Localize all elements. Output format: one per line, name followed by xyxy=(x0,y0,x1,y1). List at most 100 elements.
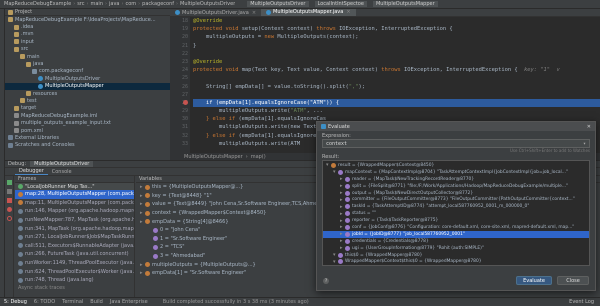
toolwindow-tab[interactable]: Java Enterprise xyxy=(110,299,148,305)
evaluate-buttons: Evaluate Close xyxy=(516,276,589,285)
help-icon[interactable]: ? xyxy=(323,278,329,284)
frame-row[interactable]: run:748, Thread (java.lang) xyxy=(15,276,134,285)
tree-item[interactable]: External Libraries xyxy=(5,134,170,141)
frame-row[interactable]: map:28, MultipleOutputsMapper (com.packa… xyxy=(15,190,134,199)
breakpoints-icon[interactable] xyxy=(7,207,12,212)
tree-item[interactable]: java xyxy=(5,60,170,67)
frame-row[interactable]: run:624, ThreadPoolExecutor$Worker (java… xyxy=(15,267,134,276)
tab-multipleoutputsmapper-java[interactable]: MultipleOutputsMapper.java × xyxy=(261,9,356,16)
breadcrumb-item[interactable]: java xyxy=(109,1,119,7)
method-icon xyxy=(18,217,23,223)
frame-label: run:271, LocalJobRunner$Job$MapTaskRunna… xyxy=(25,234,134,241)
toolwindow-tab[interactable]: Terminal xyxy=(62,299,83,305)
close-icon[interactable]: × xyxy=(346,9,350,15)
result-row[interactable]: ▸ jobId = {JobID@8777} "job_local58776095… xyxy=(323,230,589,238)
frame-row[interactable]: run:341, MapTask (org.apache.hadoop.mapr… xyxy=(15,224,134,233)
editor-crumb-item[interactable]: map() xyxy=(251,154,266,160)
tree-item[interactable]: main xyxy=(5,53,170,60)
tree-item[interactable]: MultipleOutputsMapper xyxy=(5,82,170,90)
tree-item[interactable]: resources xyxy=(5,90,170,97)
run-config-item[interactable]: MultipleOutputsMapper xyxy=(372,1,438,7)
stop-icon[interactable] xyxy=(7,198,12,203)
tree-item[interactable]: .idea xyxy=(5,23,170,30)
tab-debugger[interactable]: Debugger xyxy=(15,168,48,175)
toolwindow-tab[interactable]: Build xyxy=(90,299,103,305)
tree-item[interactable]: Scratches and Consoles xyxy=(5,142,170,149)
result-row[interactable]: ▸ output = {MapTask$NewDirectOutputCollec… xyxy=(323,190,589,197)
breadcrumb-item[interactable]: src xyxy=(77,1,84,7)
resume-icon[interactable] xyxy=(7,180,12,185)
event-log-button[interactable]: Event Log xyxy=(569,299,594,305)
tab-multipleoutputsdriver-java[interactable]: MultipleOutputsDriver.java × xyxy=(170,9,261,16)
result-row[interactable]: ▸ taskId = {TaskAttemptID@8774} "attempt_… xyxy=(323,203,589,210)
frame-label: run:266, FutureTask (java.util.concurren… xyxy=(25,251,129,258)
close-icon[interactable]: × xyxy=(252,10,256,16)
breadcrumb-item[interactable]: packageconf xyxy=(142,1,174,7)
tree-item[interactable]: input xyxy=(5,38,170,45)
breadcrumb-separator-icon: › xyxy=(105,1,107,7)
toolwindow-tab[interactable]: 6: TODO xyxy=(34,299,55,305)
tree-item[interactable]: src xyxy=(5,46,170,53)
code-token: String[] xyxy=(193,83,236,90)
frame-row[interactable]: map:11, MultipleOutputsMapper (com.packa… xyxy=(15,199,134,208)
close-button[interactable]: Close xyxy=(557,276,589,285)
frame-row[interactable]: run:266, FutureTask (java.util.concurren… xyxy=(15,250,134,259)
tree-item-label: pom.xml xyxy=(21,127,43,134)
tab-console[interactable]: Console xyxy=(48,169,76,175)
tree-item[interactable]: MultipleOutputsDriver xyxy=(5,75,170,82)
toolwindow-tab[interactable]: 5: Debug xyxy=(4,299,27,305)
editor-tabs: MultipleOutputsDriver.java × MultipleOutpu… xyxy=(170,9,600,17)
result-row[interactable]: ▸ reader = {MapTask$NewTrackingRecordRead… xyxy=(323,176,589,183)
code-token: @Override xyxy=(193,18,223,24)
tree-item[interactable]: test xyxy=(5,97,170,104)
frame-row[interactable]: call:511, Executors$RunnableAdapter (jav… xyxy=(15,242,134,251)
field-icon xyxy=(345,245,350,251)
line-number: 29 xyxy=(181,108,188,115)
evaluate-button[interactable]: Evaluate xyxy=(516,276,552,285)
breadcrumb-item[interactable]: main xyxy=(91,1,104,7)
tree-item[interactable]: multiple_outputs_example_input.txt xyxy=(5,119,170,126)
tree-item[interactable]: MapReduceDebugExample F:\IdeaProjects\Ma… xyxy=(5,16,170,23)
folder-icon xyxy=(26,91,31,97)
run-config-item[interactable]: MultipleOutputsDriver xyxy=(247,1,309,7)
tree-item[interactable]: .mvn xyxy=(5,31,170,38)
breadcrumb-item[interactable]: MultipleOutputsDriver xyxy=(180,1,235,7)
tree-item[interactable]: MapReduceDebugExample.iml xyxy=(5,112,170,119)
mute-breakpoints-icon[interactable] xyxy=(7,216,12,221)
debug-session-tab[interactable]: MultipleOutputsDriver xyxy=(30,161,94,167)
tree-item-label: MapReduceDebugExample F:\IdeaProjects\Ma… xyxy=(15,16,156,23)
result-row[interactable]: ▸ split = {FileSplit@8771} "file:/F:/Work… xyxy=(323,183,589,190)
result-row[interactable]: ▸ reporter = {Task$TaskReporter@8775} xyxy=(323,217,589,224)
pause-icon[interactable] xyxy=(7,189,12,194)
tree-item-label: External Libraries xyxy=(15,134,59,141)
result-row[interactable]: ▸ credentials = {Credentials@8778} xyxy=(323,238,589,245)
result-row[interactable]: ▾ mapContext = {MapContextImpl@8704} "Tas… xyxy=(323,169,589,176)
close-icon[interactable]: ✕ xyxy=(587,124,591,130)
frame-row[interactable]: runWorker:1149, ThreadPoolExecutor (java… xyxy=(15,259,134,268)
frame-row[interactable]: run:271, LocalJobRunner$Job$MapTaskRunna… xyxy=(15,233,134,242)
result-row[interactable]: ▾ result = {WrappedMapper$Context@8450} xyxy=(323,162,589,169)
tree-item[interactable]: target xyxy=(5,105,170,112)
breadcrumb-item[interactable]: com xyxy=(125,1,136,7)
result-row[interactable]: ▾ WrappedMapper$Context$this$0 = {Wrapped… xyxy=(323,258,589,265)
editor-crumb-item[interactable]: MultipleOutputsMapper xyxy=(184,154,243,160)
result-row[interactable]: ▾ this$0 = {WrappedMapper@8780} xyxy=(323,252,589,259)
result-row[interactable]: ▸ conf = {JobConf@8776} "Configuration: c… xyxy=(323,224,589,231)
method-icon xyxy=(18,269,23,275)
tree-item[interactable]: pom.xml xyxy=(5,127,170,134)
expression-input[interactable]: context ▾ xyxy=(322,139,590,148)
tree-item[interactable]: com.packageconf xyxy=(5,68,170,75)
project-panel-header: Project xyxy=(5,9,170,16)
frame-row[interactable]: run:146, Mapper (org.apache.hadoop.mapre… xyxy=(15,207,134,216)
run-config-item[interactable]: LocalIntIntSpectoe xyxy=(314,1,367,7)
result-row[interactable]: ▸ committer = {FileOutputCommitter@8773} … xyxy=(323,196,589,203)
breadcrumb-item[interactable]: MapReduceDebugExample xyxy=(4,1,71,7)
result-label: split = {FileSplit@8771} "file:/F:/Work/… xyxy=(352,183,569,189)
thread-selector[interactable]: "LocalJobRunner Map Tas..." xyxy=(15,183,134,190)
history-dropdown-icon[interactable]: ▾ xyxy=(583,141,586,147)
frame-row[interactable]: runNewMapper:787, MapTask (org.apache.ha… xyxy=(15,216,134,225)
result-row[interactable]: ▸ ugi = {UserGroupInformation@8779} "Rohi… xyxy=(323,245,589,252)
result-row[interactable]: ▸ status = "" xyxy=(323,210,589,217)
variable-icon xyxy=(331,162,336,168)
